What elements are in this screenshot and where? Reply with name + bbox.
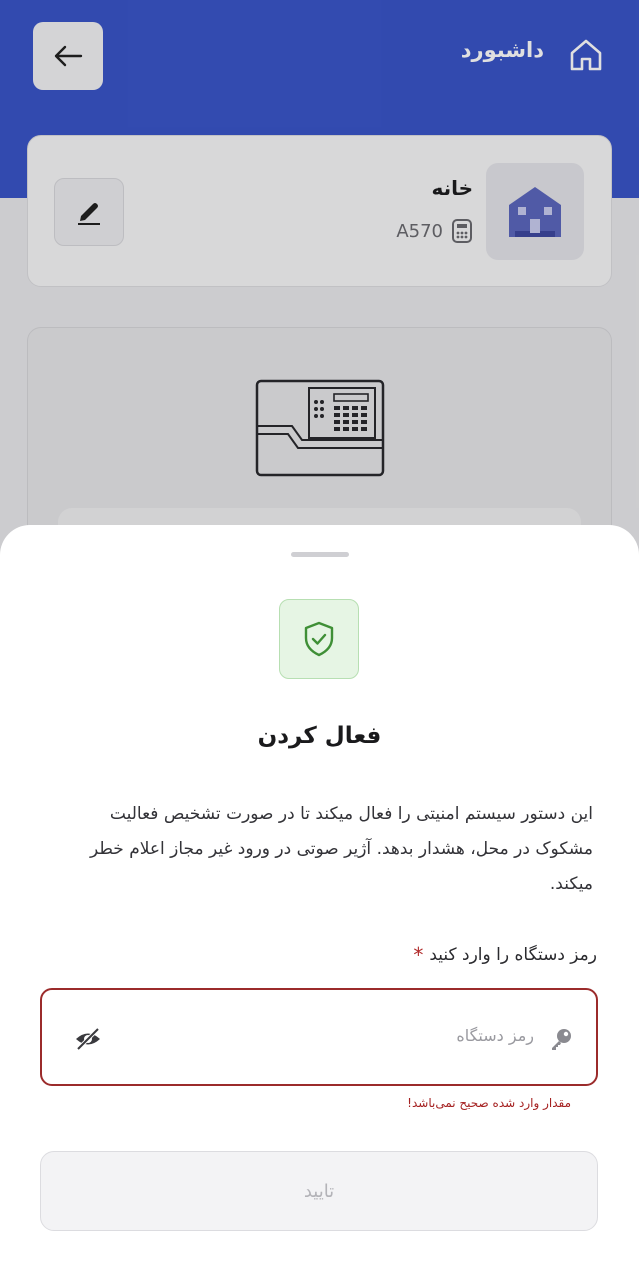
shield-icon-box <box>279 599 359 679</box>
key-icon <box>552 1029 571 1050</box>
required-mark: * <box>413 943 424 967</box>
password-placeholder: رمز دستگاه <box>456 1026 534 1045</box>
password-label: رمز دستگاه را وارد کنید * <box>413 943 597 967</box>
sheet-drag-handle[interactable] <box>291 552 349 557</box>
activate-bottom-sheet: فعال کردن این دستور سیستم امنیتی را فعال… <box>0 525 639 1280</box>
sheet-title: فعال کردن <box>257 723 382 749</box>
password-error: مقدار وارد شده صحیح نمی‌باشد! <box>407 1096 571 1110</box>
password-label-text: رمز دستگاه را وارد کنید <box>429 945 597 965</box>
shield-check-icon <box>304 621 334 657</box>
confirm-button[interactable]: تایید <box>40 1151 598 1231</box>
sheet-description: این دستور سیستم امنیتی را فعال میکند تا … <box>89 804 593 894</box>
eye-off-icon[interactable] <box>74 1026 102 1052</box>
device-password-field[interactable]: رمز دستگاه <box>40 988 598 1086</box>
